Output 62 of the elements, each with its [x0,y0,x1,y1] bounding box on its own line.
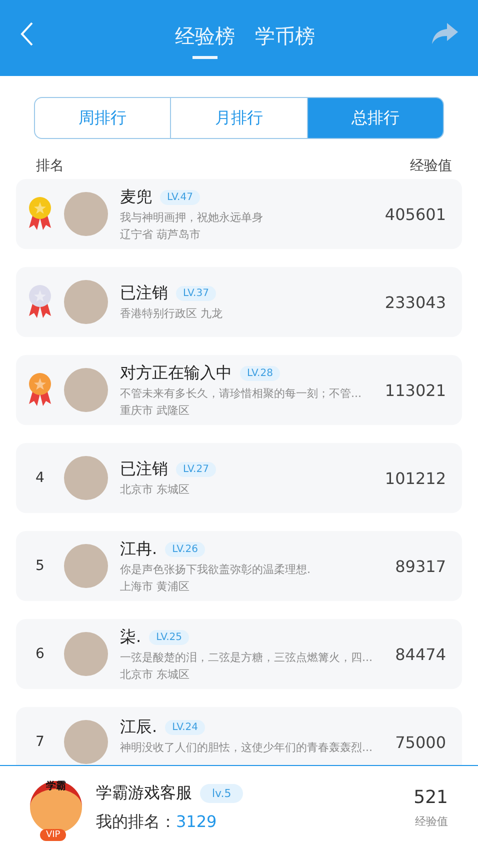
avatar-placeholder [64,720,108,764]
avatar-placeholder [64,456,108,500]
rank-number: 4 [36,470,44,486]
user-motto: 一弦是酸楚的泪，二弦是方糖，三弦点燃篝火，四... [120,650,374,664]
level-badge: LV.28 [240,366,280,380]
user-motto: 我与神明画押，祝她永远单身 [120,210,264,224]
user-name: 已注销 [120,283,168,304]
user-motto: 你是声色张扬下我欲盖弥彰的温柔理想. [120,562,312,576]
level-badge: LV.27 [176,462,216,477]
my-score-label: 经验值 [415,814,448,829]
ranking-card[interactable]: 对方正在输入中 LV.28 不管未来有多长久，请珍惜相聚的每一刻；不管... 重庆市 武隆区 113021 [16,355,462,425]
my-rank-label: 我的排名： [96,812,176,831]
vip-badge: VIP [40,829,66,841]
user-name: 已注销 [120,459,168,480]
rank-number: 6 [36,646,44,662]
user-location: 上海市 黄浦区 [120,578,190,594]
level-badge: LV.25 [149,630,190,644]
user-name: 麦兜 [120,186,152,208]
user-location: 辽宁省 葫芦岛市 [120,226,202,242]
my-rank-value: 3129 [176,812,217,831]
rank-number: 5 [36,558,44,574]
avatar-headband-text: 学霸 [45,780,67,793]
rank-number: 7 [36,734,44,750]
experience-score: 89317 [395,556,446,576]
avatar-placeholder [64,280,108,324]
level-badge: LV.37 [176,286,216,301]
score-column-label: 经验值 [410,157,452,175]
user-name: 江辰. [120,717,158,738]
ranking-card[interactable]: 5 江冉. LV.26 你是声色张扬下我欲盖弥彰的温柔理想. 上海市 黄浦区 89317 [16,531,462,601]
experience-score: 233043 [384,292,446,312]
rank-column-label: 排名 [36,157,64,175]
my-score: 521 [414,787,448,808]
ranking-card[interactable]: 已注销 LV.37 香港特别行政区 九龙 233043 [16,267,462,337]
ranking-card[interactable]: 麦兜 LV.47 我与神明画押，祝她永远单身 辽宁省 葫芦岛市 405601 [16,179,462,249]
ranking-card[interactable]: 6 柒. LV.25 一弦是酸楚的泪，二弦是方糖，三弦点燃篝火，四... 北京市 东城区 84474 [16,619,462,689]
user-location: 香港特别行政区 九龙 [120,306,224,321]
experience-score: 113021 [384,380,446,400]
user-location: 重庆市 武隆区 [120,402,190,418]
share-icon[interactable] [432,23,458,45]
user-name: 江冉. [120,538,158,560]
experience-score: 405601 [384,204,446,224]
user-motto: 神明没收了人们的胆怯，这使少年们的青春轰轰烈... [120,740,374,755]
level-badge: lv.5 [200,784,244,803]
user-location: 北京市 东城区 [120,482,190,497]
level-badge: LV.26 [165,542,206,556]
user-motto: 不管未来有多长久，请珍惜相聚的每一刻；不管... [120,386,362,400]
experience-score: 101212 [384,468,446,488]
avatar-placeholder [64,368,108,412]
my-name: 学霸游戏客服 [96,783,192,804]
ranking-card[interactable]: 4 已注销 LV.27 北京市 东城区 101212 [16,443,462,513]
ranking-card[interactable]: 7 江辰. LV.24 神明没收了人们的胆怯，这使少年们的青春轰轰烈... 75000 [16,707,462,765]
user-name: 柒. [120,626,142,648]
level-badge: LV.24 [165,720,206,735]
user-location: 北京市 东城区 [120,666,190,682]
avatar-placeholder [64,632,108,676]
experience-score: 84474 [395,644,446,664]
avatar-placeholder [64,192,108,236]
experience-score: 75000 [395,732,446,752]
back-icon[interactable] [20,21,34,47]
user-name: 对方正在输入中 [120,362,232,384]
level-badge: LV.47 [160,190,200,204]
avatar-placeholder [64,544,108,588]
